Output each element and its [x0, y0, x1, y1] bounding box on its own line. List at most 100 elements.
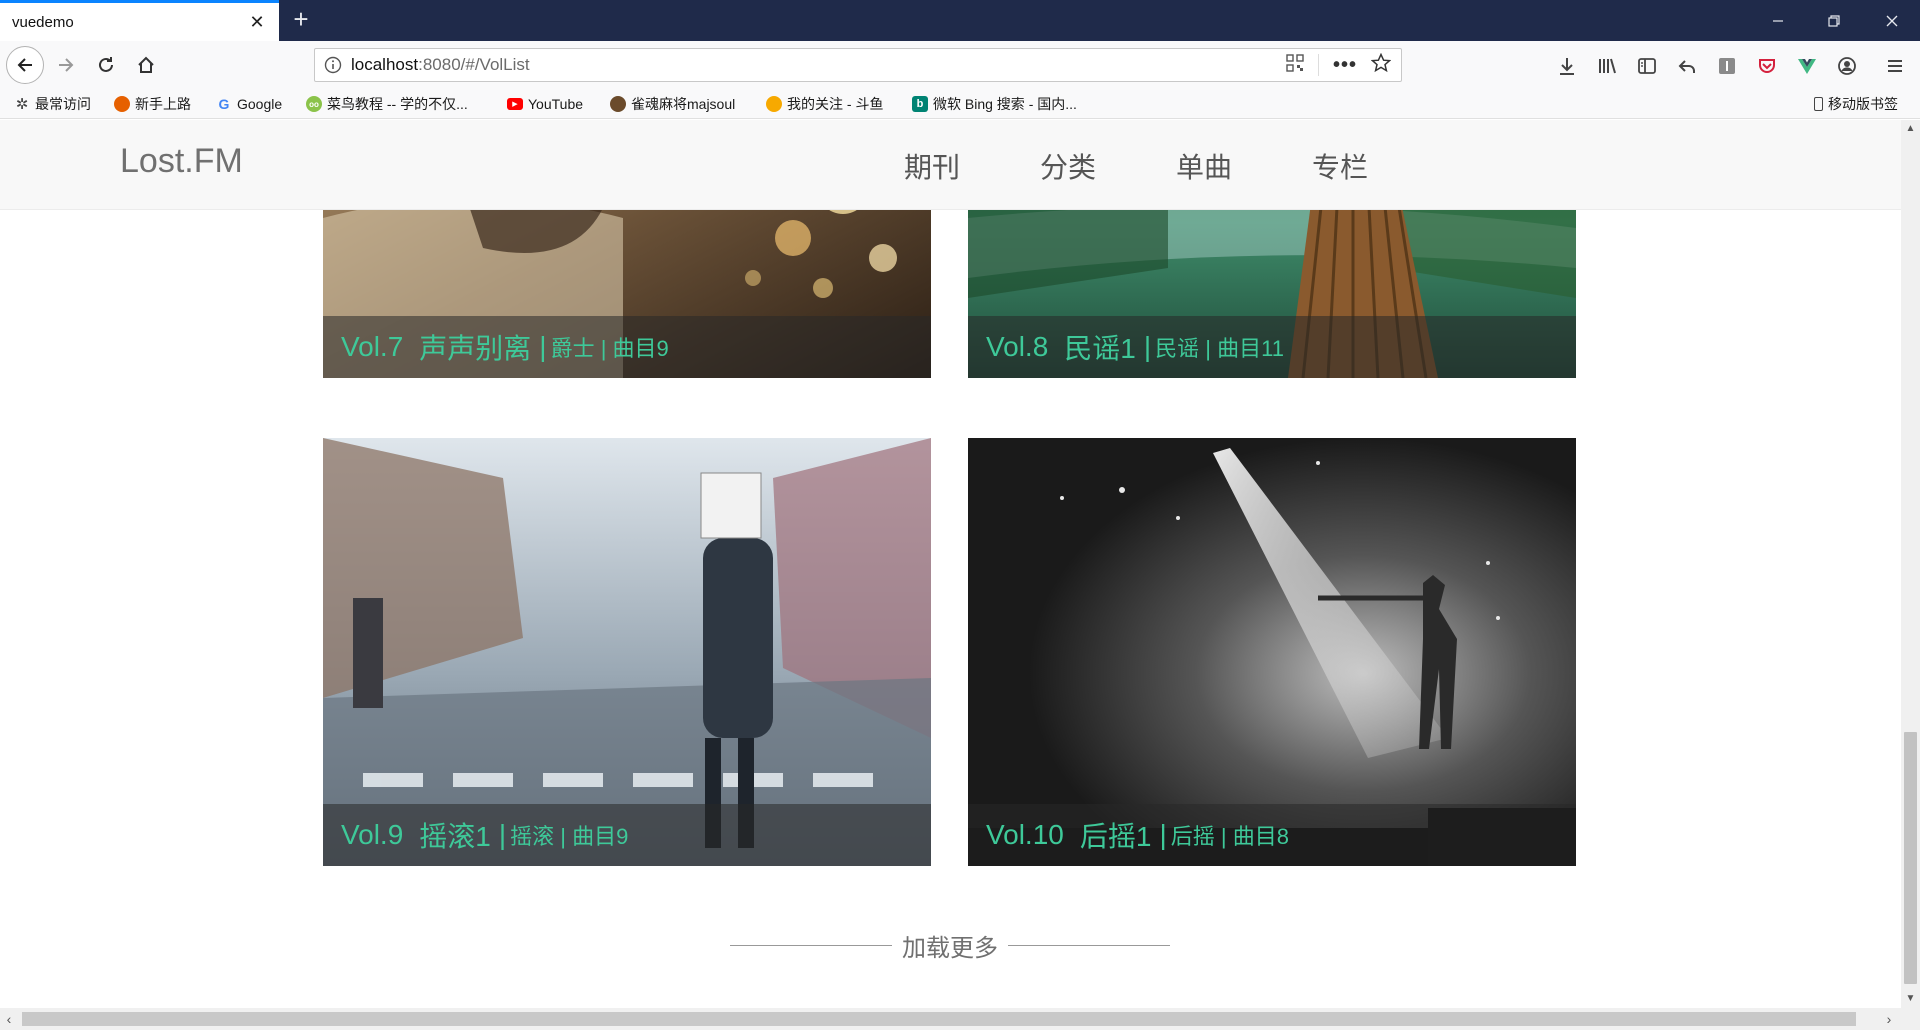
bookmark-label: 最常访问: [35, 96, 91, 112]
card-category: 后摇: [1170, 824, 1215, 849]
firefox-icon: [114, 96, 130, 112]
card-title: 民谣1: [1064, 333, 1136, 364]
pocket-icon[interactable]: [1756, 55, 1778, 77]
douyu-icon: [766, 96, 782, 112]
card-vol: Vol.9: [341, 819, 404, 850]
tab-close-icon[interactable]: ✕: [245, 10, 269, 34]
url-path: :8080/#/VolList: [418, 55, 530, 74]
menu-hamburger-icon[interactable]: [1884, 55, 1906, 77]
nav-categories[interactable]: 分类: [1040, 146, 1096, 186]
bookmark-label: YouTube: [528, 96, 584, 112]
page-actions-icon[interactable]: •••: [1333, 54, 1357, 77]
bookmark-star-icon[interactable]: [1370, 52, 1392, 78]
account-icon[interactable]: [1836, 55, 1858, 77]
bookmark-label: 雀魂麻将majsoul: [631, 96, 736, 112]
card-title: 后摇1: [1079, 821, 1152, 852]
bookmark-most-visited[interactable]: ✲ 最常访问: [14, 94, 91, 114]
card-caption: Vol.7 声声别离 | 爵士 | 曲目9: [323, 316, 931, 378]
scroll-left-icon[interactable]: ‹: [0, 1008, 18, 1030]
bookmark-label: 移动版书签: [1828, 96, 1898, 112]
youtube-icon: ▶: [507, 98, 523, 110]
browser-tab[interactable]: vuedemo ✕: [0, 0, 279, 41]
bookmark-douyu[interactable]: 我的关注 - 斗鱼: [766, 94, 883, 114]
bookmark-bing[interactable]: b 微软 Bing 搜索 - 国内...: [912, 94, 1077, 114]
card-category: 摇滚: [510, 824, 555, 849]
bookmark-label: 微软 Bing 搜索 - 国内...: [933, 96, 1077, 112]
sidebar-icon[interactable]: [1636, 55, 1658, 77]
card-vol: Vol.8: [986, 331, 1049, 362]
card-tracks: 曲目11: [1217, 336, 1284, 361]
site-header: Lost.FM 期刊 分类 单曲 专栏: [0, 120, 1901, 210]
bookmark-label: 新手上路: [135, 96, 191, 112]
vertical-scroll-thumb[interactable]: [1904, 732, 1917, 984]
card-vol: Vol.10: [986, 819, 1064, 850]
site-logo[interactable]: Lost.FM: [120, 142, 243, 181]
bookmark-majsoul[interactable]: 雀魂麻将majsoul: [610, 94, 735, 114]
google-icon: G: [218, 96, 230, 112]
page-viewport: Lost.FM 期刊 分类 单曲 专栏 Vol.7 声声别离 | 爵士 | 曲目9: [0, 120, 1901, 1008]
library-icon[interactable]: [1596, 55, 1618, 77]
back-icon[interactable]: [6, 46, 44, 84]
load-more-label: 加载更多: [902, 934, 998, 962]
card-tracks: 曲目9: [612, 336, 669, 361]
card-vol: Vol.7: [341, 331, 404, 362]
bookmarks-bar: ✲ 最常访问 新手上路 G Google oo 菜鸟教程 -- 学的不仅... …: [0, 89, 1920, 119]
scroll-down-icon[interactable]: ▼: [1901, 990, 1920, 1008]
card-title: 声声别离: [419, 333, 532, 364]
scroll-right-icon[interactable]: ›: [1880, 1008, 1898, 1030]
vue-devtools-icon[interactable]: [1796, 55, 1818, 77]
card-caption: Vol.8 民谣1 | 民谣 | 曲目11: [968, 316, 1576, 378]
mobile-icon: [1814, 97, 1823, 111]
bookmark-getting-started[interactable]: 新手上路: [114, 94, 191, 114]
bookmark-youtube[interactable]: ▶ YouTube: [507, 94, 583, 114]
bookmark-runoob[interactable]: oo 菜鸟教程 -- 学的不仅...: [306, 94, 468, 114]
nav-singles[interactable]: 单曲: [1176, 146, 1232, 186]
browser-titlebar: vuedemo ✕ +: [0, 0, 1920, 41]
card-meta: | 摇滚 | 曲目9: [498, 819, 629, 850]
minimize-icon[interactable]: [1750, 0, 1806, 41]
home-icon[interactable]: [128, 47, 164, 83]
runoob-icon: oo: [306, 96, 322, 112]
extension-icon[interactable]: [1716, 55, 1738, 77]
nav-columns[interactable]: 专栏: [1312, 146, 1368, 186]
bing-icon: b: [912, 96, 928, 112]
url-bar[interactable]: localhost:8080/#/VolList •••: [314, 48, 1402, 82]
site-info-icon[interactable]: [315, 56, 351, 74]
card-tracks: 曲目9: [572, 824, 629, 849]
concert-stage-photo: [968, 438, 1576, 866]
undo-close-tab-icon[interactable]: [1676, 55, 1698, 77]
card-tracks: 曲目8: [1232, 824, 1289, 849]
download-icon[interactable]: [1556, 55, 1578, 77]
forward-icon[interactable]: [48, 47, 84, 83]
close-window-icon[interactable]: [1864, 0, 1920, 41]
card-category: 爵士: [550, 336, 595, 361]
divider-left: [730, 944, 892, 946]
horizontal-scroll-thumb[interactable]: [22, 1012, 1856, 1026]
card-caption: Vol.9 摇滚1 | 摇滚 | 曲目9: [323, 804, 931, 866]
url-text[interactable]: localhost:8080/#/VolList: [351, 55, 1286, 75]
bookmark-mobile[interactable]: 移动版书签: [1814, 94, 1898, 114]
card-category: 民谣: [1155, 336, 1200, 361]
bookmark-label: Google: [237, 96, 283, 112]
load-more-button[interactable]: 加载更多: [730, 930, 1170, 962]
scroll-up-icon[interactable]: ▲: [1901, 120, 1920, 138]
reload-icon[interactable]: [88, 47, 124, 83]
nav-issues[interactable]: 期刊: [904, 146, 960, 186]
browser-toolbar: localhost:8080/#/VolList •••: [0, 41, 1920, 89]
card-caption: Vol.10 后摇1 | 后摇 | 曲目8: [968, 804, 1576, 866]
restore-icon[interactable]: [1806, 0, 1862, 41]
vol-card[interactable]: Vol.10 后摇1 | 后摇 | 曲目8: [968, 438, 1576, 866]
card-meta: | 后摇 | 曲目8: [1159, 819, 1289, 850]
vol-card[interactable]: Vol.9 摇滚1 | 摇滚 | 曲目9: [323, 438, 931, 866]
vertical-scrollbar[interactable]: ▲ ▼: [1901, 120, 1920, 1008]
qr-code-icon[interactable]: [1286, 53, 1304, 77]
divider-right: [1008, 944, 1170, 946]
card-meta: | 爵士 | 曲目9: [539, 331, 669, 362]
majsoul-icon: [610, 96, 626, 112]
horizontal-scrollbar[interactable]: ‹ ›: [0, 1008, 1920, 1030]
url-host: localhost: [351, 55, 419, 74]
new-tab-icon[interactable]: +: [288, 6, 314, 33]
bookmark-google[interactable]: G Google: [216, 94, 283, 114]
card-meta: | 民谣 | 曲目11: [1143, 331, 1284, 362]
tab-title: vuedemo: [12, 13, 74, 31]
